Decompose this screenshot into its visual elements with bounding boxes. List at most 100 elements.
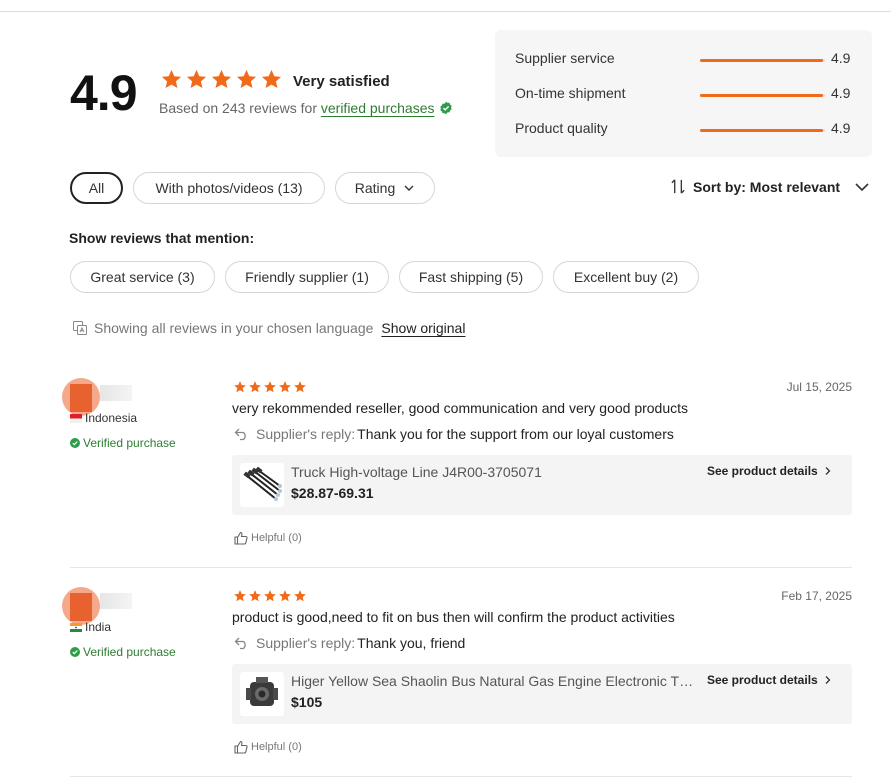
score-bar: [700, 94, 825, 97]
show-original-link[interactable]: Show original: [381, 320, 465, 336]
review-stars: [233, 380, 307, 394]
verified-badge-icon: [439, 101, 452, 115]
score-label: Product quality: [515, 120, 608, 136]
score-bar: [700, 59, 825, 62]
see-product-details-link[interactable]: See product details: [707, 464, 833, 478]
product-image-throttle-valve: [246, 677, 278, 706]
mentions-title: Show reviews that mention:: [69, 230, 255, 246]
reviewer-country: India: [70, 620, 111, 634]
helpful-label: Helpful (0): [251, 741, 302, 753]
verified-purchase-badge: Verified purchase: [70, 436, 176, 450]
star-icon: [234, 590, 246, 602]
reviewer-name-redacted: [100, 593, 132, 609]
product-thumbnail: [240, 463, 284, 507]
star-icon: [264, 381, 276, 393]
verified-label: Verified purchase: [83, 645, 176, 659]
score-value: 4.9: [831, 120, 851, 136]
sort-dropdown[interactable]: Sort by: Most relevant: [670, 178, 870, 195]
product-price: $28.87-69.31: [291, 485, 374, 501]
verified-label: Verified purchase: [83, 436, 176, 450]
filter-photos-chip[interactable]: With photos/videos (13): [133, 172, 325, 204]
sort-icon: [671, 179, 685, 194]
score-label: Supplier service: [515, 50, 615, 66]
flag-indonesia-icon: [70, 413, 82, 423]
chevron-right-icon: [825, 676, 831, 684]
thumbs-up-icon: [234, 531, 248, 545]
based-on-prefix: Based on 243 reviews for: [159, 100, 321, 116]
review-text: very rekommended reseller, good communic…: [232, 400, 689, 416]
product-title: Higer Yellow Sea Shaolin Bus Natural Gas…: [291, 673, 699, 689]
product-card[interactable]: Truck High-voltage Line J4R00-3705071 $2…: [232, 455, 852, 515]
verified-icon: [70, 647, 80, 657]
score-bar: [700, 129, 825, 132]
verified-purchases-link[interactable]: verified purchases: [321, 100, 435, 116]
review-stars: [233, 589, 307, 603]
overall-stars: [160, 68, 283, 91]
translate-icon: [73, 321, 87, 335]
review-divider: [70, 567, 852, 568]
helpful-button[interactable]: Helpful (0): [234, 531, 302, 545]
score-row-on-time-shipment: On-time shipment 4.9: [515, 85, 855, 105]
mention-tag-friendly-supplier[interactable]: Friendly supplier (1): [225, 261, 389, 293]
thumbs-up-icon: [234, 740, 248, 754]
mention-tag-fast-shipping[interactable]: Fast shipping (5): [399, 261, 543, 293]
see-product-details-label: See product details: [707, 464, 818, 478]
reply-icon: [234, 428, 246, 441]
star-icon: [294, 590, 306, 602]
chevron-down-icon: [855, 182, 869, 191]
verified-purchase-badge: Verified purchase: [70, 645, 176, 659]
reply-icon: [234, 637, 246, 650]
sort-label: Sort by: Most relevant: [693, 178, 841, 195]
see-product-details-label: See product details: [707, 673, 818, 687]
score-row-supplier-service: Supplier service 4.9: [515, 50, 855, 70]
helpful-label: Helpful (0): [251, 532, 302, 544]
star-icon: [234, 381, 246, 393]
see-product-details-link[interactable]: See product details: [707, 673, 833, 687]
chevron-right-icon: [825, 467, 831, 475]
filter-rating-label: Rating: [354, 180, 396, 196]
mention-tag-great-service[interactable]: Great service (3): [70, 261, 215, 293]
flag-india-icon: [70, 622, 82, 632]
review-date: Feb 17, 2025: [781, 589, 852, 603]
reply-text: Thank you, friend: [357, 635, 466, 651]
score-row-product-quality: Product quality 4.9: [515, 120, 855, 140]
reviewer-name-redacted: [100, 385, 132, 401]
score-bar-fill: [700, 129, 823, 132]
score-value: 4.9: [831, 85, 851, 101]
filter-rating-dropdown[interactable]: Rating: [335, 172, 435, 204]
helpful-button[interactable]: Helpful (0): [234, 740, 302, 754]
star-icon: [211, 69, 232, 89]
supplier-reply: Supplier's reply: Thank you for the supp…: [234, 426, 674, 442]
filter-all-chip[interactable]: All: [70, 172, 123, 204]
language-note: Showing all reviews in your chosen langu…: [72, 320, 465, 336]
star-icon: [261, 69, 282, 89]
reply-text: Thank you for the support from our loyal…: [357, 426, 674, 442]
verified-icon: [70, 438, 80, 448]
mention-tag-excellent-buy[interactable]: Excellent buy (2): [553, 261, 699, 293]
star-icon: [249, 590, 261, 602]
star-icon: [294, 381, 306, 393]
reviews-count-text: Based on 243 reviews for verified purcha…: [159, 100, 453, 116]
score-bar-fill: [700, 94, 823, 97]
star-icon: [264, 590, 276, 602]
reply-label: Supplier's reply:: [256, 635, 356, 651]
satisfaction-label: Very satisfied: [293, 73, 390, 90]
product-thumbnail: [240, 672, 284, 716]
reviewer-country: Indonesia: [70, 411, 137, 425]
country-name: India: [85, 620, 112, 634]
supplier-reply: Supplier's reply: Thank you, friend: [234, 635, 465, 651]
chevron-down-icon: [404, 185, 414, 191]
product-card[interactable]: Higer Yellow Sea Shaolin Bus Natural Gas…: [232, 664, 852, 724]
top-divider: [0, 11, 891, 12]
country-name: Indonesia: [85, 411, 138, 425]
star-icon: [161, 69, 182, 89]
product-price: $105: [291, 694, 323, 710]
star-icon: [236, 69, 257, 89]
star-icon: [249, 381, 261, 393]
product-title: Truck High-voltage Line J4R00-3705071: [291, 464, 542, 480]
score-breakdown-panel: Supplier service 4.9 On-time shipment 4.…: [495, 30, 872, 157]
score-value: 4.9: [831, 50, 851, 66]
score-label: On-time shipment: [515, 85, 626, 101]
overall-rating: 4.9: [70, 65, 138, 121]
product-image-cables: [243, 466, 282, 501]
